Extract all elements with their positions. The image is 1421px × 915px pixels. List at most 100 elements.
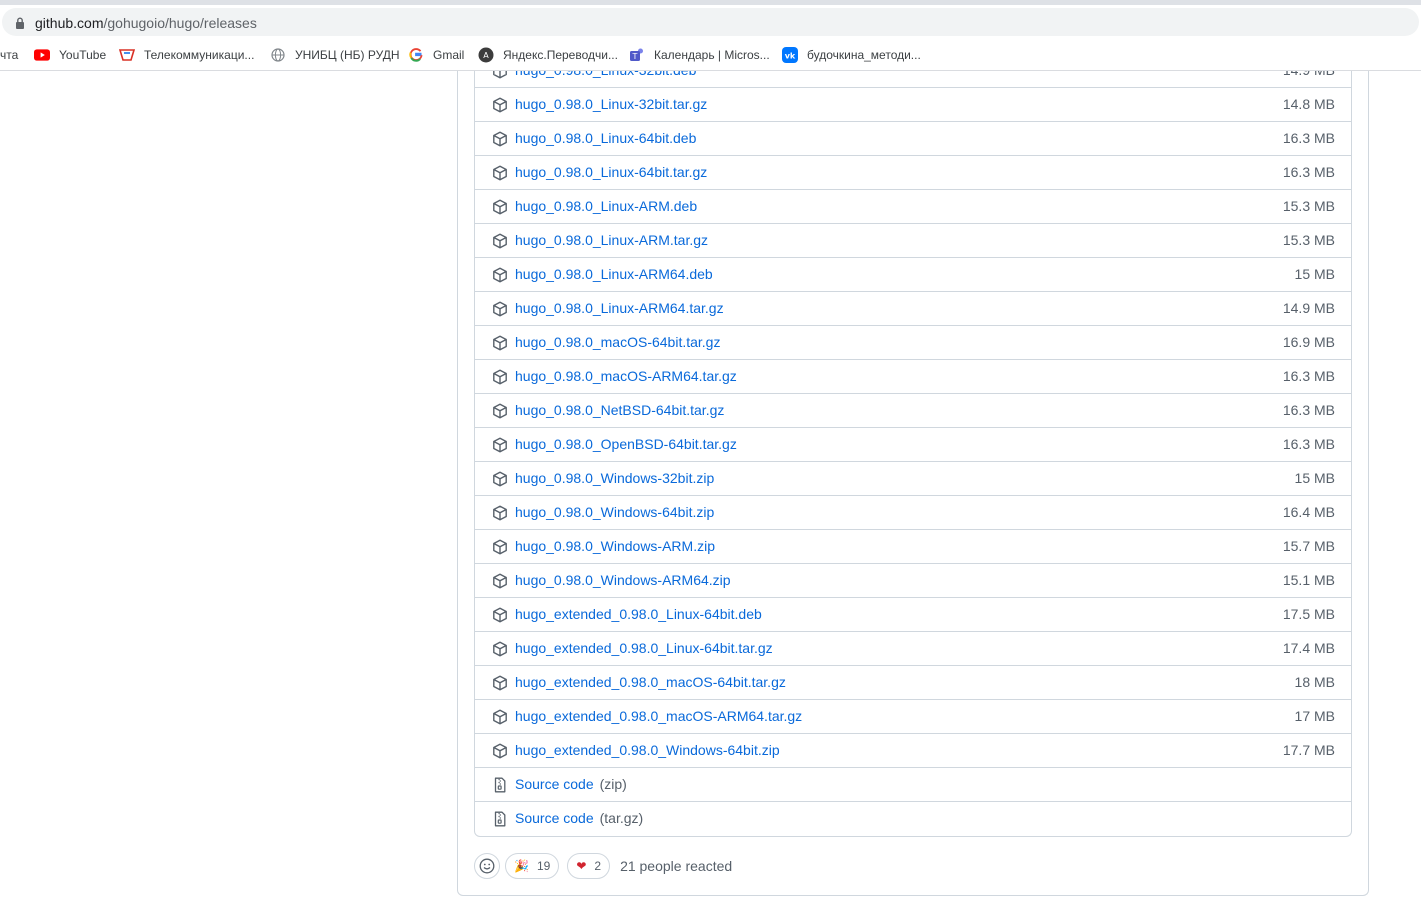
asset-row: hugo_0.98.0_macOS-ARM64.tar.gz 16.3 MB [475,360,1351,394]
asset-download-link[interactable]: hugo_extended_0.98.0_macOS-64bit.tar.gz [515,674,786,690]
asset-size: 15 MB [1294,470,1335,486]
asset-download-link[interactable]: hugo_0.98.0_Linux-ARM64.deb [515,266,713,282]
asset-row: hugo_extended_0.98.0_macOS-ARM64.tar.gz 1… [475,700,1351,734]
asset-download-link[interactable]: hugo_0.98.0_Linux-32bit.tar.gz [515,96,707,112]
asset-size: 14.8 MB [1282,96,1335,112]
package-icon [493,97,507,113]
translate-icon: A [478,47,494,63]
url-path: /gohugoio/hugo/releases [103,15,257,31]
asset-size: 16.3 MB [1282,436,1335,452]
reaction-hooray-button[interactable]: 🎉 19 [505,853,560,879]
asset-row: hugo_0.98.0_Linux-32bit.deb 14.9 MB [475,71,1351,88]
asset-download-link[interactable]: hugo_0.98.0_Windows-ARM64.zip [515,572,731,588]
package-icon [493,131,507,147]
svg-text:vk: vk [785,51,796,60]
source-code-row: Source code (zip) [475,768,1351,802]
address-bar: github.com/gohugoio/hugo/releases [0,5,1421,38]
asset-row: hugo_extended_0.98.0_Windows-64bit.zip 17… [475,734,1351,768]
asset-size: 16.3 MB [1282,368,1335,384]
bookmark-calendar[interactable]: T Календарь | Micros... [629,46,770,63]
asset-row: hugo_0.98.0_Linux-64bit.tar.gz 16.3 MB [475,156,1351,190]
asset-row: hugo_0.98.0_Windows-ARM64.zip 15.1 MB [475,564,1351,598]
asset-row: hugo_0.98.0_Windows-64bit.zip 16.4 MB [475,496,1351,530]
asset-download-link[interactable]: hugo_extended_0.98.0_Windows-64bit.zip [515,742,780,758]
asset-row: hugo_extended_0.98.0_macOS-64bit.tar.gz 1… [475,666,1351,700]
asset-download-link[interactable]: hugo_0.98.0_Linux-64bit.tar.gz [515,164,707,180]
bookmark-youtube[interactable]: YouTube [34,46,106,63]
file-zip-icon [494,811,506,827]
assets-list: hugo_0.98.0_Linux-32bit.deb14.9 MBhugo_0… [474,71,1352,837]
asset-download-link[interactable]: hugo_0.98.0_Linux-ARM.deb [515,198,697,214]
package-icon [493,709,507,725]
url-domain: github.com [35,15,104,31]
asset-row: hugo_0.98.0_Linux-64bit.deb 16.3 MB [475,122,1351,156]
asset-download-link[interactable]: hugo_0.98.0_Linux-ARM.tar.gz [515,232,708,248]
package-icon [493,301,507,317]
smiley-icon [479,858,495,874]
bookmark-telecom[interactable]: Телекоммуникаци... [119,46,254,63]
bookmark-library[interactable]: УНИБЦ (НБ) РУДН [270,46,399,63]
file-zip-icon [494,777,506,793]
asset-size: 15.1 MB [1282,572,1335,588]
asset-size: 15 MB [1294,266,1335,282]
package-icon [493,233,507,249]
package-icon [493,199,507,215]
asset-size: 16.3 MB [1282,130,1335,146]
url-text[interactable]: github.com/gohugoio/hugo/releases [35,15,257,31]
asset-size: 17.5 MB [1282,606,1335,622]
asset-download-link[interactable]: hugo_0.98.0_OpenBSD-64bit.tar.gz [515,436,737,452]
asset-download-link[interactable]: hugo_0.98.0_macOS-64bit.tar.gz [515,334,720,350]
asset-row: hugo_0.98.0_Linux-ARM64.deb 15 MB [475,258,1351,292]
bookmark-label: Яндекс.Переводчи... [503,47,618,62]
lock-icon[interactable] [15,17,25,29]
package-icon [493,607,507,623]
asset-row: hugo_0.98.0_Linux-ARM.tar.gz 15.3 MB [475,224,1351,258]
asset-download-link[interactable]: hugo_extended_0.98.0_macOS-ARM64.tar.gz [515,708,802,724]
asset-row: hugo_0.98.0_macOS-64bit.tar.gz 16.9 MB [475,326,1351,360]
asset-row: hugo_0.98.0_OpenBSD-64bit.tar.gz 16.3 MB [475,428,1351,462]
asset-download-link[interactable]: hugo_0.98.0_Linux-32bit.deb [515,71,696,78]
svg-text:T: T [632,52,638,61]
telecom-icon [119,47,135,63]
asset-download-link[interactable]: hugo_0.98.0_Windows-32bit.zip [515,470,714,486]
asset-row: hugo_extended_0.98.0_Linux-64bit.tar.gz 1… [475,632,1351,666]
asset-download-link[interactable]: hugo_extended_0.98.0_Linux-64bit.deb [515,606,762,622]
bookmarks-bar: чта YouTube Телекоммуникаци... УНИБЦ (НБ… [0,38,1421,71]
bookmark-label: YouTube [59,47,107,62]
reaction-hooray-count: 19 [536,859,551,873]
heart-icon: ❤ [576,859,587,873]
reaction-heart-button[interactable]: ❤ 2 [567,853,611,879]
package-icon [493,437,507,453]
source-code-link[interactable]: Source code (zip) [515,776,627,792]
source-code-link[interactable]: Source code (tar.gz) [515,810,643,826]
asset-download-link[interactable]: hugo_0.98.0_Linux-ARM64.tar.gz [515,300,724,316]
vk-icon: vk [782,46,798,63]
asset-size: 17.4 MB [1282,640,1335,656]
package-icon [493,471,507,487]
bookmark-yandex-translate[interactable]: A Яндекс.Переводчи... [478,46,618,63]
asset-row: hugo_0.98.0_Linux-32bit.tar.gz 14.8 MB [475,88,1351,122]
bookmark-label: чта [0,47,19,62]
bookmark-label: Gmail [433,47,465,62]
source-code-row: Source code (tar.gz) [475,802,1351,836]
asset-download-link[interactable]: hugo_0.98.0_Windows-64bit.zip [515,504,714,520]
bookmark-gmail[interactable]: Gmail [408,46,464,63]
bookmark-label: Календарь | Micros... [654,47,770,62]
asset-size: 16.3 MB [1282,402,1335,418]
package-icon [493,267,507,283]
asset-download-link[interactable]: hugo_extended_0.98.0_Linux-64bit.tar.gz [515,640,773,656]
package-icon [493,505,507,521]
reactions-summary: 21 people reacted [620,858,733,874]
omnibox[interactable]: github.com/gohugoio/hugo/releases [2,8,1419,36]
asset-size: 17.7 MB [1282,742,1335,758]
asset-download-link[interactable]: hugo_0.98.0_macOS-ARM64.tar.gz [515,368,737,384]
asset-download-link[interactable]: hugo_0.98.0_Linux-64bit.deb [515,130,696,146]
package-icon [493,641,507,657]
bookmark-vk[interactable]: vk будочкина_методи... [782,46,921,63]
bookmark-mail[interactable]: чта [0,46,18,63]
package-icon [493,369,507,385]
asset-size: 15.3 MB [1282,232,1335,248]
asset-download-link[interactable]: hugo_0.98.0_Windows-ARM.zip [515,538,715,554]
add-reaction-button[interactable] [474,853,500,879]
asset-download-link[interactable]: hugo_0.98.0_NetBSD-64bit.tar.gz [515,402,724,418]
